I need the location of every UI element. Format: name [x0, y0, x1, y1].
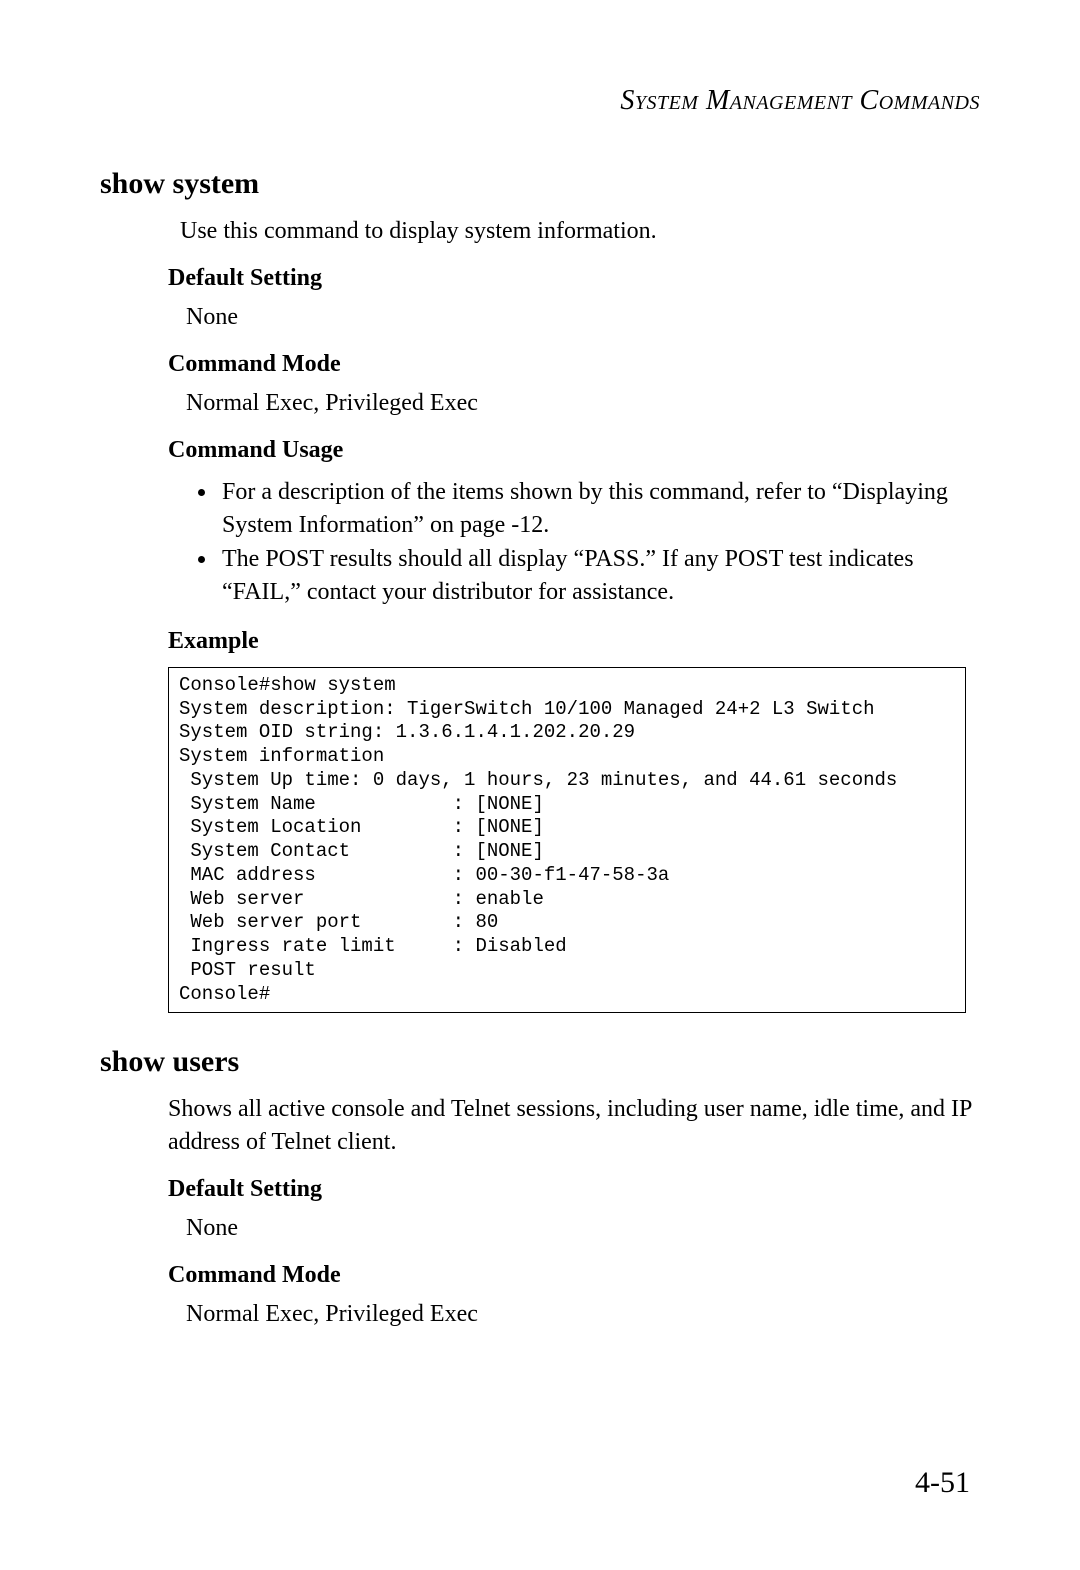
usage-item: The POST results should all display “PAS… [218, 543, 960, 608]
show-users-intro: Shows all active console and Telnet sess… [168, 1093, 980, 1158]
show-system-intro: Use this command to display system infor… [180, 215, 980, 247]
example-label: Example [168, 628, 980, 655]
example-output: Console#show system System description: … [168, 667, 966, 1014]
default-setting-label-2: Default Setting [168, 1176, 980, 1203]
command-mode-value-2: Normal Exec, Privileged Exec [186, 1301, 980, 1328]
usage-item: For a description of the items shown by … [218, 476, 960, 541]
command-mode-label-2: Command Mode [168, 1262, 980, 1289]
section-title-show-users: show users [100, 1045, 980, 1079]
page-number: 4-51 [915, 1466, 970, 1500]
command-mode-label: Command Mode [168, 351, 980, 378]
running-header: System Management Commands [100, 85, 980, 117]
default-setting-value: None [186, 304, 980, 331]
command-usage-list: For a description of the items shown by … [190, 476, 960, 608]
command-usage-label: Command Usage [168, 437, 980, 464]
page-container: System Management Commands show system U… [0, 0, 1080, 1570]
default-setting-value-2: None [186, 1215, 980, 1242]
section-title-show-system: show system [100, 167, 980, 201]
default-setting-label: Default Setting [168, 265, 980, 292]
command-mode-value: Normal Exec, Privileged Exec [186, 390, 980, 417]
